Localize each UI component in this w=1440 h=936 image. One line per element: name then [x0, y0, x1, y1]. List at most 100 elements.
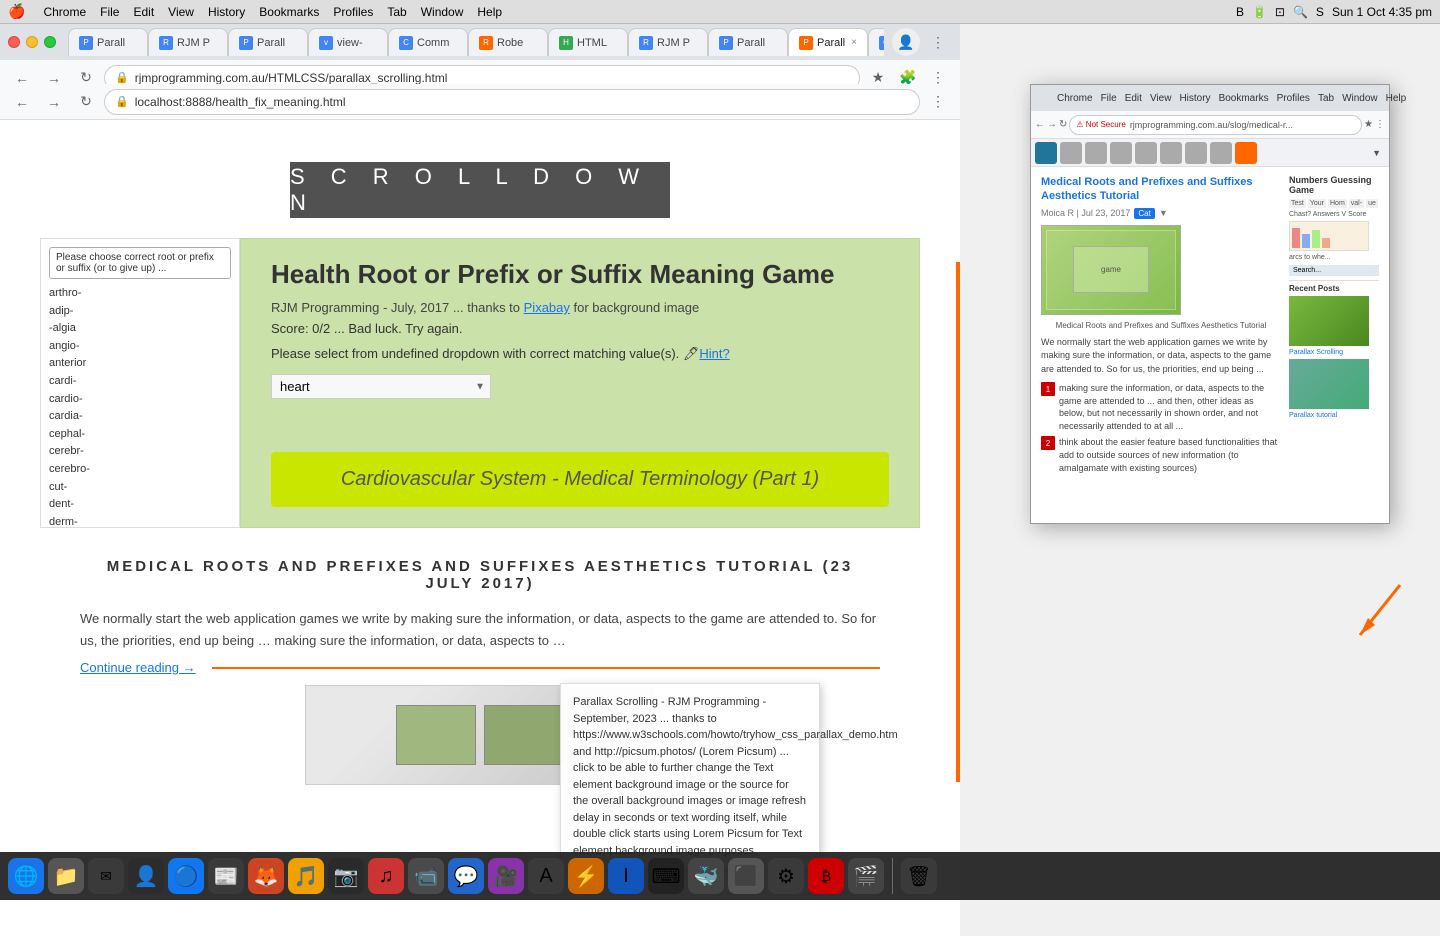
taskbar-discord-icon[interactable]: 💬	[448, 858, 484, 894]
bluetooth-icon[interactable]: B	[1236, 5, 1244, 19]
taskbar-safari-icon[interactable]: 🔵	[168, 858, 204, 894]
tab-9[interactable]: PParall	[708, 28, 788, 56]
taskbar-docker-icon[interactable]: 🐳	[688, 858, 724, 894]
popup-address-bar[interactable]: ⚠ Not Secure rjmprogramming.com.au/slog/…	[1069, 115, 1362, 135]
taskbar-itunes-icon[interactable]: ♫	[368, 858, 404, 894]
list-item[interactable]: dent-	[49, 496, 231, 514]
popup-menu-chrome[interactable]: Chrome	[1057, 93, 1093, 104]
toolbar-icon-4[interactable]	[1135, 142, 1157, 164]
popup-menu-profiles[interactable]: Profiles	[1277, 93, 1310, 104]
tab-close-active[interactable]: ×	[851, 37, 857, 48]
list-item[interactable]: anterior	[49, 355, 231, 373]
taskbar-music-icon[interactable]: 🎵	[288, 858, 324, 894]
list-item[interactable]: cardio-	[49, 391, 231, 409]
taskbar-font-icon[interactable]: A	[528, 858, 564, 894]
tab-6[interactable]: RRobe	[468, 28, 548, 56]
toolbar-icon-orange[interactable]	[1235, 142, 1257, 164]
tab-7[interactable]: HHTML	[548, 28, 628, 56]
popup-menu-btn[interactable]: ⋮	[1375, 119, 1385, 130]
taskbar-finder-icon[interactable]: 🌐	[8, 858, 44, 894]
tab-active[interactable]: PParall×	[788, 28, 868, 56]
popup-search-box[interactable]: Search...	[1289, 265, 1379, 276]
tab-3[interactable]: PParall	[228, 28, 308, 56]
taskbar-contacts-icon[interactable]: 👤	[128, 858, 164, 894]
popup-menu-bookmarks[interactable]: Bookmarks	[1219, 93, 1269, 104]
menu-tab[interactable]: Tab	[387, 5, 406, 19]
taskbar-mail-icon[interactable]: ✉	[88, 858, 124, 894]
toolbar-icon-5[interactable]	[1160, 142, 1182, 164]
tab-8[interactable]: RRJM P	[628, 28, 708, 56]
popup-menu-tab[interactable]: Tab	[1318, 93, 1334, 104]
menu-edit[interactable]: Edit	[133, 5, 154, 19]
taskbar-bitcoin-icon[interactable]: ₿	[808, 858, 844, 894]
taskbar-terminal-icon[interactable]: ⌨	[648, 858, 684, 894]
tab-comb[interactable]: CComb	[868, 28, 884, 56]
maximize-button[interactable]	[44, 36, 56, 48]
taskbar-vscode-icon[interactable]: ⬛	[728, 858, 764, 894]
popup-dropdown-icon[interactable]: ▼	[1159, 208, 1168, 218]
popup-menu-window[interactable]: Window	[1342, 93, 1378, 104]
taskbar-obs-icon[interactable]: 🎥	[488, 858, 524, 894]
game-dropdown[interactable]: heart	[271, 374, 491, 399]
inner-reload-button[interactable]: ↻	[72, 88, 100, 116]
menu-view[interactable]: View	[168, 5, 194, 19]
popup-recent-thumb-1[interactable]	[1289, 296, 1369, 346]
tab-1[interactable]: PParall	[68, 28, 148, 56]
list-item[interactable]: cardia-	[49, 408, 231, 426]
toolbar-icon-7[interactable]	[1210, 142, 1232, 164]
tab-5[interactable]: CComm	[388, 28, 468, 56]
pixabay-link[interactable]: Pixabay	[524, 300, 570, 315]
taskbar-trash-icon[interactable]: 🗑	[901, 858, 937, 894]
list-item[interactable]: cerebro-	[49, 461, 231, 479]
continue-reading-link[interactable]: Continue reading →	[80, 660, 196, 675]
taskbar-system-icon[interactable]: ⚙	[768, 858, 804, 894]
popup-recent-post-2[interactable]: Parallax tutorial	[1289, 412, 1379, 419]
taskbar-zoom-icon[interactable]: 📹	[408, 858, 444, 894]
taskbar-files-icon[interactable]: 📁	[48, 858, 84, 894]
list-item[interactable]: cerebr-	[49, 443, 231, 461]
menu-history[interactable]: History	[208, 5, 245, 19]
minimize-button[interactable]	[26, 36, 38, 48]
taskbar-photos-icon[interactable]: 📷	[328, 858, 364, 894]
popup-recent-thumb-2[interactable]	[1289, 359, 1369, 409]
menu-window[interactable]: Window	[421, 5, 464, 19]
list-item[interactable]: cardi-	[49, 373, 231, 391]
inner-address-bar[interactable]: 🔒 localhost:8888/health_fix_meaning.html	[104, 89, 920, 115]
popup-forward-button[interactable]: →	[1047, 119, 1057, 130]
siri-icon[interactable]: S	[1316, 5, 1324, 19]
popup-menu-view[interactable]: View	[1150, 93, 1172, 104]
popup-recent-post-1[interactable]: Parallax Scrolling	[1289, 349, 1379, 356]
list-item[interactable]: adip-	[49, 303, 231, 321]
inner-forward-button[interactable]: →	[40, 88, 68, 116]
tab-2[interactable]: RRJM P	[148, 28, 228, 56]
popup-bookmark-icon[interactable]: ★	[1364, 119, 1373, 130]
chrome-options-icon[interactable]: ⋮	[924, 28, 952, 56]
taskbar-filezilla-icon[interactable]: ⚡	[568, 858, 604, 894]
taskbar-intellij-icon[interactable]: I	[608, 858, 644, 894]
wifi-icon[interactable]: ⊡	[1275, 5, 1285, 19]
close-button[interactable]	[8, 36, 20, 48]
menu-bookmarks[interactable]: Bookmarks	[259, 5, 319, 19]
menu-file[interactable]: File	[100, 5, 119, 19]
toolbar-icon-6[interactable]	[1185, 142, 1207, 164]
toolbar-icon-1[interactable]	[1060, 142, 1082, 164]
inner-back-button[interactable]: ←	[8, 88, 36, 116]
inner-menu-icon[interactable]: ⋮	[924, 88, 952, 116]
popup-menu-file[interactable]: File	[1101, 93, 1117, 104]
list-item[interactable]: -algia	[49, 320, 231, 338]
list-item[interactable]: cut-	[49, 479, 231, 497]
apple-menu[interactable]: 🍎	[8, 3, 25, 20]
chrome-account-icon[interactable]: 👤	[892, 28, 920, 56]
tab-4[interactable]: vview-	[308, 28, 388, 56]
list-item[interactable]: derm-	[49, 514, 231, 528]
taskbar-news-icon[interactable]: 📰	[208, 858, 244, 894]
menu-profiles[interactable]: Profiles	[333, 5, 373, 19]
taskbar-video-icon[interactable]: 🎬	[848, 858, 884, 894]
toolbar-icon-2[interactable]	[1085, 142, 1107, 164]
popup-menu-history[interactable]: History	[1179, 93, 1210, 104]
search-icon[interactable]: 🔍	[1293, 5, 1308, 19]
menu-chrome[interactable]: Chrome	[43, 5, 86, 19]
popup-collapse-icon[interactable]: ▼	[1372, 148, 1381, 158]
list-item[interactable]: angio-	[49, 338, 231, 356]
popup-reload-button[interactable]: ↻	[1059, 119, 1067, 130]
